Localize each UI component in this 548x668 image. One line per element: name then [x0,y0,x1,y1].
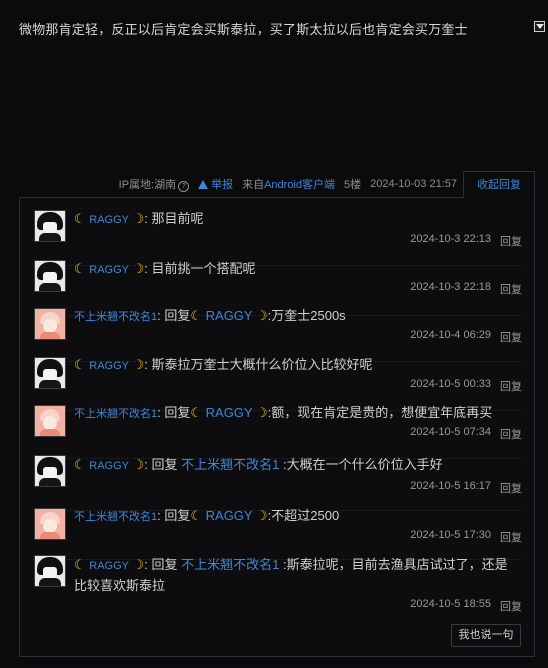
ip-location: IP属地:湖南? [119,176,190,192]
reply-target-link[interactable]: RAGGY [206,308,253,323]
reply-time: 2024-10-5 16:17 [410,480,491,492]
avatar[interactable] [34,555,66,587]
reply-username[interactable]: 不上米翘不改名1 [74,311,157,323]
moon-icon: ☾ [190,508,203,523]
reply-content: 不上米翘不改名1: 回复☾ RAGGY ☽:不超过2500 [74,508,340,523]
avatar[interactable] [34,308,66,340]
reply-content: 不上米翘不改名1: 回复☾ RAGGY ☽:万奎士2500s [74,308,346,323]
reply-time: 2024-10-3 22:13 [410,233,491,245]
reply-content: ☾ RAGGY ☽: 斯泰拉万奎士大概什么价位入比较好呢 [74,357,373,372]
reply-meta: 2024-10-5 00:33 回复 [410,378,522,394]
reply-content: ☾ RAGGY ☽: 目前挑一个搭配呢 [74,261,256,276]
avatar[interactable] [34,357,66,389]
reply-content: ☾ RAGGY ☽: 回复 不上米翘不改名1 :大概在一个什么价位入手好 [74,457,443,472]
reply-content: ☾ RAGGY ☽: 那目前呢 [74,211,204,226]
reply-meta: 2024-10-5 07:34 回复 [410,426,522,442]
reply-username[interactable]: 不上米翘不改名1 [74,511,157,523]
reply-item: ☾ RAGGY ☽: 目前挑一个搭配呢 2024-10-3 22:18 回复 [20,260,534,316]
reply-time: 2024-10-4 06:29 [410,329,491,341]
reply-link[interactable]: 回复 [500,378,522,394]
reply-username[interactable]: RAGGY [89,360,129,372]
moon-icon: ☽ [132,357,145,372]
reply-meta: 2024-10-3 22:18 回复 [410,281,522,297]
moon-icon: ☽ [255,508,268,523]
reply-username[interactable]: RAGGY [89,560,129,572]
reply-target-link[interactable]: 不上米翘不改名1 [181,557,279,572]
reply-meta: 2024-10-4 06:29 回复 [410,329,522,345]
reply-link[interactable]: 回复 [500,329,522,345]
post-datetime: 2024-10-03 21:57 [370,178,457,190]
reply-item: 不上米翘不改名1: 回复☾ RAGGY ☽:不超过2500 2024-10-5 … [20,508,534,560]
reply-link[interactable]: 回复 [500,233,522,249]
reply-time: 2024-10-5 18:55 [410,598,491,610]
moon-icon: ☽ [132,211,145,226]
report-link[interactable]: 举报 [198,176,233,192]
reply-username[interactable]: RAGGY [89,214,129,226]
reply-item: ☾ RAGGY ☽: 斯泰拉万奎士大概什么价位入比较好呢 2024-10-5 0… [20,357,534,411]
reply-link[interactable]: 回复 [500,529,522,545]
moon-icon: ☾ [74,557,86,572]
reply-link[interactable]: 回复 [500,281,522,297]
client-source: 来自Android客户端 [242,179,336,191]
reply-item: ☾ RAGGY ☽: 回复 不上米翘不改名1 :斯泰拉呢，目前去渔具店试过了，还… [20,555,534,615]
reply-link[interactable]: 回复 [500,598,522,614]
reply-username[interactable]: RAGGY [89,264,129,276]
reply-time: 2024-10-5 07:34 [410,426,491,438]
reply-target-link[interactable]: 不上米翘不改名1 [181,457,279,472]
avatar[interactable] [34,405,66,437]
reply-link[interactable]: 回复 [500,480,522,496]
reply-meta: 2024-10-3 22:13 回复 [410,233,522,249]
reply-time: 2024-10-3 22:18 [410,281,491,293]
avatar[interactable] [34,455,66,487]
moon-icon: ☽ [132,457,145,472]
reply-content: ☾ RAGGY ☽: 回复 不上米翘不改名1 :斯泰拉呢，目前去渔具店试过了，还… [74,557,508,593]
moon-icon: ☾ [74,261,86,276]
avatar[interactable] [34,508,66,540]
moon-icon: ☽ [132,261,145,276]
reply-meta: 2024-10-5 18:55 回复 [410,598,522,614]
moon-icon: ☾ [74,211,86,226]
collapse-replies-button[interactable]: 收起回复 [463,171,535,198]
moon-icon: ☾ [190,308,203,323]
reply-item: ☾ RAGGY ☽: 那目前呢 2024-10-3 22:13 回复 [20,210,534,266]
reply-time: 2024-10-5 17:30 [410,529,491,541]
moon-icon: ☾ [74,357,86,372]
reply-target-link[interactable]: RAGGY [206,508,253,523]
client-link[interactable]: Android客户端 [264,179,335,191]
avatar[interactable] [34,260,66,292]
help-icon[interactable]: ? [178,181,190,192]
warning-icon [198,179,209,189]
reply-username[interactable]: RAGGY [89,460,129,472]
moon-icon: ☾ [74,457,86,472]
post-meta: IP属地:湖南? 举报 来自Android客户端 5楼 2024-10-03 2… [0,176,457,192]
say-something-button[interactable]: 我也说一句 [451,624,521,647]
reply-meta: 2024-10-5 17:30 回复 [410,529,522,545]
moon-icon: ☽ [132,557,145,572]
reply-item: 不上米翘不改名1: 回复☾ RAGGY ☽:额，现在肯定是贵的，想便宜年底再买 … [20,405,534,459]
reply-target-link[interactable]: RAGGY [206,405,253,420]
reply-item: ☾ RAGGY ☽: 回复 不上米翘不改名1 :大概在一个什么价位入手好 202… [20,455,534,511]
reply-item: 不上米翘不改名1: 回复☾ RAGGY ☽:万奎士2500s 2024-10-4… [20,308,534,362]
floor-number: 5楼 [344,179,362,191]
reply-content: 不上米翘不改名1: 回复☾ RAGGY ☽:额，现在肯定是贵的，想便宜年底再买 [74,405,493,420]
reply-meta: 2024-10-5 16:17 回复 [410,480,522,496]
dropdown-toggle-icon[interactable] [534,21,545,32]
moon-icon: ☽ [255,405,268,420]
moon-icon: ☾ [190,405,203,420]
post-text: 微物那肯定轻，反正以后肯定会买斯泰拉，买了斯太拉以后也肯定会买万奎士 [19,22,468,37]
reply-list: ☾ RAGGY ☽: 那目前呢 2024-10-3 22:13 回复 ☾ RAGG… [19,197,535,657]
reply-link[interactable]: 回复 [500,426,522,442]
reply-username[interactable]: 不上米翘不改名1 [74,408,157,420]
moon-icon: ☽ [255,308,268,323]
avatar[interactable] [34,210,66,242]
reply-time: 2024-10-5 00:33 [410,378,491,390]
